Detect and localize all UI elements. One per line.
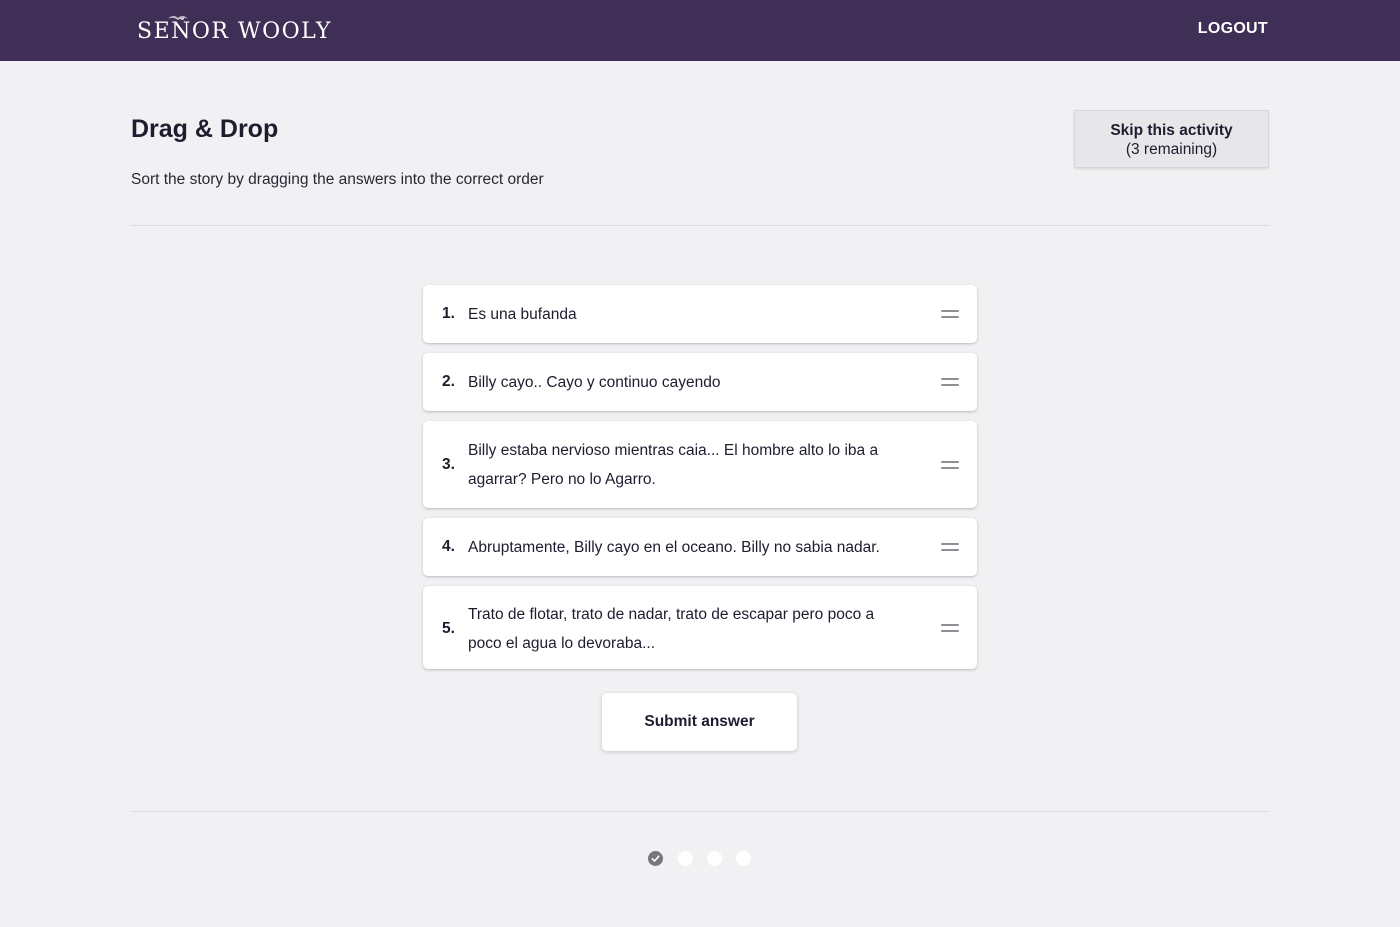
- skip-activity-button[interactable]: Skip this activity (3 remaining): [1074, 110, 1269, 168]
- answer-card[interactable]: 4. Abruptamente, Billy cayo en el oceano…: [423, 518, 977, 576]
- progress-dot: [736, 851, 751, 866]
- drag-handle-icon[interactable]: [941, 542, 959, 552]
- mustache-icon: [168, 15, 188, 20]
- answer-number: 4.: [442, 538, 455, 555]
- answer-text: Abruptamente, Billy cayo en el oceano. B…: [468, 539, 880, 556]
- activity-title: Drag & Drop: [131, 115, 279, 143]
- submit-answer-button[interactable]: Submit answer: [602, 693, 797, 751]
- footer-divider: [131, 811, 1269, 812]
- check-icon: [651, 855, 660, 862]
- top-nav-bar: SEÑOR WOOLY LOGOUT: [0, 0, 1400, 61]
- answer-card[interactable]: 5. Trato de flotar, trato de nadar, trat…: [423, 586, 977, 669]
- answer-card[interactable]: 1. Es una bufanda: [423, 285, 977, 343]
- drag-handle-icon[interactable]: [941, 377, 959, 387]
- answer-text: Billy estaba nervioso mientras caia... E…: [468, 442, 879, 488]
- progress-dot: [707, 851, 722, 866]
- drag-handle-icon[interactable]: [941, 309, 959, 319]
- answer-text: Es una bufanda: [468, 306, 577, 323]
- logo-text: SEÑOR WOOLY: [137, 19, 332, 44]
- skip-remaining-count: (3 remaining): [1125, 141, 1218, 158]
- logout-link[interactable]: LOGOUT: [1198, 19, 1268, 39]
- answer-number: 1.: [442, 305, 455, 322]
- answer-text: Trato de flotar, trato de nadar, trato d…: [468, 606, 875, 652]
- answer-number: 2.: [442, 373, 455, 390]
- answer-number: 3.: [442, 456, 455, 473]
- drag-handle-icon[interactable]: [941, 460, 959, 470]
- activity-instructions: Sort the story by dragging the answers i…: [131, 171, 544, 188]
- progress-dot-completed: [648, 851, 663, 866]
- answer-number: 5.: [442, 620, 455, 637]
- progress-dot: [678, 851, 693, 866]
- senor-wooly-logo[interactable]: SEÑOR WOOLY: [137, 15, 332, 47]
- answer-card[interactable]: 3. Billy estaba nervioso mientras caia..…: [423, 421, 977, 508]
- answer-text: Billy cayo.. Cayo y continuo cayendo: [468, 374, 721, 391]
- section-divider: [131, 225, 1269, 226]
- drag-handle-icon[interactable]: [941, 623, 959, 633]
- answer-card[interactable]: 2. Billy cayo.. Cayo y continuo cayendo: [423, 353, 977, 411]
- skip-activity-label: Skip this activity: [1110, 122, 1233, 139]
